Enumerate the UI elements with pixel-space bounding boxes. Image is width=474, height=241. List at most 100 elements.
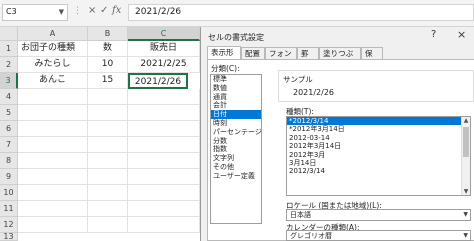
- row-header-11[interactable]: 11: [0, 201, 18, 217]
- cell-empty[interactable]: [18, 169, 88, 185]
- cell-empty[interactable]: [128, 137, 200, 153]
- row-header-5[interactable]: 5: [0, 105, 18, 121]
- cell-c1[interactable]: 販売日: [128, 41, 200, 57]
- cell-empty[interactable]: [18, 185, 88, 201]
- cell-empty[interactable]: [18, 105, 88, 121]
- cell-empty[interactable]: [18, 217, 88, 233]
- scrollbar-thumb[interactable]: [463, 127, 469, 157]
- cell-empty[interactable]: [128, 105, 200, 121]
- enter-icon[interactable]: ✓: [100, 5, 108, 16]
- cell-a3[interactable]: あんこ: [18, 73, 88, 89]
- type-list-scrollbar[interactable]: ▲ ▼: [461, 117, 470, 195]
- name-box-value: C3: [6, 7, 17, 16]
- scroll-down-icon[interactable]: ▼: [462, 188, 470, 195]
- sample-label: サンプル: [283, 75, 313, 84]
- cell-empty[interactable]: [88, 121, 128, 137]
- cell-b3[interactable]: 15: [88, 73, 128, 89]
- column-header-a[interactable]: A: [18, 27, 88, 41]
- name-box[interactable]: C3 ▼: [2, 4, 68, 21]
- type-list[interactable]: *2012/3/14 *2012年3月14日 2012-03-14 2012年3…: [286, 116, 471, 196]
- category-item[interactable]: 会計: [211, 101, 261, 110]
- cell-empty[interactable]: [128, 217, 200, 233]
- cell-empty[interactable]: [128, 185, 200, 201]
- row-header-4[interactable]: 4: [0, 89, 18, 105]
- cell-c2[interactable]: 2021/2/25: [128, 57, 200, 73]
- cancel-icon[interactable]: ×: [88, 5, 96, 16]
- calendar-select[interactable]: グレゴリオ暦 ▼: [286, 230, 471, 241]
- category-item[interactable]: 時刻: [211, 119, 261, 128]
- select-all-corner[interactable]: [0, 27, 18, 41]
- row-header-13[interactable]: 13: [0, 233, 18, 241]
- row-header-7[interactable]: 7: [0, 137, 18, 153]
- type-item[interactable]: 3月14日: [287, 159, 470, 167]
- category-list[interactable]: 標準 数値 通貨 会計 日付 時刻 パーセンテージ 分数 指数 文字列 その他 …: [210, 74, 262, 224]
- type-item[interactable]: 2012/3/14: [287, 167, 470, 175]
- chevron-down-icon[interactable]: ▼: [59, 8, 64, 16]
- category-item[interactable]: 指数: [211, 145, 261, 154]
- category-label: 分類(C):: [211, 64, 240, 73]
- type-item[interactable]: 2012年3月14日: [287, 142, 470, 150]
- cell-empty[interactable]: [88, 185, 128, 201]
- cell-empty[interactable]: [88, 201, 128, 217]
- close-icon[interactable]: ×: [457, 28, 466, 41]
- chevron-down-icon: ▼: [463, 232, 468, 239]
- row-header-10[interactable]: 10: [0, 185, 18, 201]
- category-item[interactable]: 文字列: [211, 154, 261, 163]
- help-icon[interactable]: ?: [431, 29, 436, 40]
- column-header-b[interactable]: B: [88, 27, 128, 41]
- cell-b2[interactable]: 10: [88, 57, 128, 73]
- cell-empty[interactable]: [128, 121, 200, 137]
- row-header-3[interactable]: 3: [0, 73, 18, 89]
- cell-b1[interactable]: 数: [88, 41, 128, 57]
- type-item[interactable]: *2012年3月14日: [287, 125, 470, 133]
- category-item-selected[interactable]: 日付: [211, 110, 261, 119]
- tab-protection[interactable]: 保護: [361, 47, 383, 69]
- cell-empty[interactable]: [18, 153, 88, 169]
- row-header-9[interactable]: 9: [0, 169, 18, 185]
- cell-empty[interactable]: [128, 201, 200, 217]
- category-item[interactable]: 標準: [211, 75, 261, 84]
- more-options-icon: ⋮: [73, 6, 82, 16]
- cell-empty[interactable]: [88, 105, 128, 121]
- scroll-up-icon[interactable]: ▲: [462, 117, 470, 124]
- cell-a1[interactable]: お団子の種類: [18, 41, 88, 57]
- category-item[interactable]: パーセンテージ: [211, 128, 261, 137]
- row-header-6[interactable]: 6: [0, 121, 18, 137]
- tab-alignment[interactable]: 配置: [241, 47, 265, 59]
- cell-empty[interactable]: [88, 137, 128, 153]
- locale-select[interactable]: 日本語 ▼: [286, 209, 471, 221]
- column-header-c[interactable]: C: [128, 27, 200, 41]
- type-item[interactable]: 2012年3月: [287, 151, 470, 159]
- row-header-12[interactable]: 12: [0, 217, 18, 233]
- cell-empty[interactable]: [18, 121, 88, 137]
- cell-empty[interactable]: [88, 153, 128, 169]
- category-item[interactable]: ユーザー定義: [211, 172, 261, 181]
- category-item[interactable]: 数値: [211, 84, 261, 93]
- formula-input[interactable]: 2021/2/26: [128, 4, 474, 21]
- cell-empty[interactable]: [18, 201, 88, 217]
- row-header-2[interactable]: 2: [0, 57, 18, 73]
- cell-empty[interactable]: [18, 137, 88, 153]
- cell-empty[interactable]: [88, 169, 128, 185]
- tab-fill[interactable]: 塗りつぶし: [319, 47, 361, 69]
- category-item[interactable]: その他: [211, 163, 261, 172]
- cell-empty[interactable]: [128, 169, 200, 185]
- sample-value: 2021/2/26: [293, 88, 335, 97]
- tab-border[interactable]: 罫線: [297, 47, 319, 69]
- type-item[interactable]: 2012-03-14: [287, 134, 470, 142]
- locale-value: 日本語: [290, 211, 311, 219]
- row-header-8[interactable]: 8: [0, 153, 18, 169]
- cell-empty[interactable]: [88, 217, 128, 233]
- tab-number-format[interactable]: 表示形式: [207, 46, 241, 68]
- excel-window: C3 ▼ ⋮ × ✓ fx 2021/2/26 A B C 1 お団子の種類 数…: [0, 0, 474, 241]
- cell-a2[interactable]: みたらし: [18, 57, 88, 73]
- cell-empty[interactable]: [18, 89, 88, 105]
- row-header-1[interactable]: 1: [0, 41, 18, 57]
- chevron-down-icon: ▼: [463, 211, 468, 218]
- cell-empty[interactable]: [88, 89, 128, 105]
- cell-empty[interactable]: [128, 89, 200, 105]
- cell-empty[interactable]: [128, 153, 200, 169]
- tab-font[interactable]: フォント: [265, 47, 297, 69]
- function-icon[interactable]: fx: [112, 5, 121, 16]
- cell-c3-active[interactable]: 2021/2/26: [128, 73, 188, 89]
